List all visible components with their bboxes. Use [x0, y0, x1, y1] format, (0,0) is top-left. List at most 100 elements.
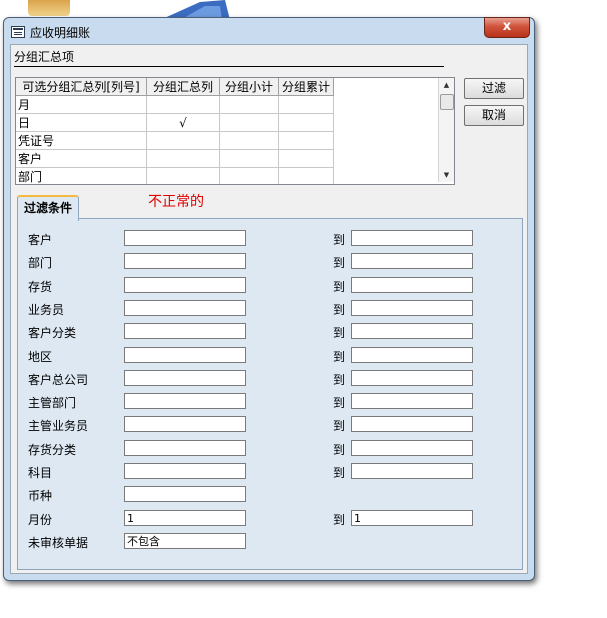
to-label: 到 [333, 303, 346, 317]
grid-cell-option[interactable] [278, 113, 334, 132]
dialog-body: 分组汇总项 可选分组汇总列[列号] 分组汇总列 分组小计 分组累计 月日 √ 凭证号 客户部… [10, 44, 528, 574]
scroll-down-icon[interactable]: ▼ [439, 168, 454, 182]
grid-row[interactable]: 客户 [16, 149, 334, 168]
grid-cell-option[interactable] [146, 167, 220, 184]
grouping-section-label: 分组汇总项 [14, 50, 75, 64]
section-divider [14, 66, 444, 67]
abnormal-annotation: 不正常的 [148, 194, 204, 210]
grid-cell-option[interactable]: √ [146, 113, 220, 132]
to-label: 到 [333, 513, 346, 527]
to-label: 到 [333, 443, 346, 457]
filter-from-input[interactable] [124, 323, 246, 339]
grid-cell-option[interactable] [278, 149, 334, 168]
to-label: 到 [333, 280, 346, 294]
filter-label: 主管部门 [28, 396, 77, 410]
filter-to-input[interactable] [351, 253, 473, 269]
filter-to-input[interactable] [351, 393, 473, 409]
grid-column-header[interactable]: 分组小计 [219, 78, 279, 96]
grid-cell-field: 凭证号 [16, 131, 147, 150]
filter-from-input[interactable]: 1 [124, 510, 246, 526]
filter-label: 科目 [28, 466, 53, 480]
scroll-up-icon[interactable]: ▲ [439, 78, 454, 92]
filter-label: 币种 [28, 489, 53, 503]
filter-label: 客户分类 [28, 326, 77, 340]
grouping-table: 可选分组汇总列[列号]分组汇总列分组小计分组累计 月日√凭证号客户部门业务员 [16, 78, 334, 184]
grid-cell-option[interactable] [219, 167, 279, 184]
to-label: 到 [333, 419, 346, 433]
filter-label: 地区 [28, 350, 53, 364]
filter-from-input[interactable] [124, 393, 246, 409]
filter-from-input[interactable] [124, 277, 246, 293]
filter-label: 业务员 [28, 303, 65, 317]
scroll-thumb[interactable] [440, 94, 454, 110]
grid-cell-field: 日 [16, 113, 147, 132]
to-label: 到 [333, 256, 346, 270]
desktop-icon-fragment [28, 0, 70, 16]
window-icon [11, 26, 25, 38]
to-label: 到 [333, 326, 346, 340]
ledger-dialog: 应收明细账 x 分组汇总项 可选分组汇总列[列号] 分组汇总列 分组小计 分组累计 月… [3, 17, 535, 581]
filter-from-input[interactable] [124, 486, 246, 502]
grid-cell-option[interactable] [146, 149, 220, 168]
filter-to-input[interactable] [351, 416, 473, 432]
grid-cell-option[interactable] [278, 131, 334, 150]
filter-from-input[interactable] [124, 253, 246, 269]
filter-from-input[interactable] [124, 300, 246, 316]
filter-from-input[interactable] [124, 416, 246, 432]
filter-to-input[interactable]: 1 [351, 510, 473, 526]
filter-label: 部门 [28, 256, 53, 270]
grid-row[interactable]: 部门 [16, 167, 334, 184]
filter-label: 主管业务员 [28, 419, 89, 433]
filter-to-input[interactable] [351, 277, 473, 293]
filter-from-input[interactable] [124, 347, 246, 363]
filter-to-input[interactable] [351, 440, 473, 456]
to-label: 到 [333, 373, 346, 387]
grid-cell-option[interactable] [278, 167, 334, 184]
grid-row[interactable]: 凭证号 [16, 131, 334, 150]
filter-to-input[interactable] [351, 300, 473, 316]
grid-scrollbar[interactable]: ▲ ▼ [438, 78, 454, 182]
filter-label: 月份 [28, 513, 53, 527]
filter-to-input[interactable] [351, 463, 473, 479]
filter-panel: 客户到部门到存货到业务员到客户分类到地区到客户总公司到主管部门到主管业务员到存货… [17, 218, 523, 570]
filter-from-input[interactable]: 不包含 [124, 533, 246, 549]
grid-cell-field: 部门 [16, 167, 147, 184]
grid-cell-option[interactable] [146, 95, 220, 114]
filter-to-input[interactable] [351, 347, 473, 363]
grid-cell-option[interactable] [219, 131, 279, 150]
filter-to-input[interactable] [351, 323, 473, 339]
filter-from-input[interactable] [124, 370, 246, 386]
filter-label: 存货 [28, 280, 53, 294]
grid-cell-option[interactable] [219, 149, 279, 168]
grid-cell-field: 客户 [16, 149, 147, 168]
grid-cell-option[interactable] [219, 95, 279, 114]
cancel-button[interactable]: 取消 [464, 105, 524, 126]
to-label: 到 [333, 350, 346, 364]
grid-row[interactable]: 月 [16, 95, 334, 114]
filter-label: 未审核单据 [28, 536, 89, 550]
window-title: 应收明细账 [30, 26, 91, 40]
filter-label: 客户总公司 [28, 373, 89, 387]
filter-from-input[interactable] [124, 230, 246, 246]
grid-row[interactable]: 日 √ [16, 113, 334, 132]
grid-cell-field: 月 [16, 95, 147, 114]
to-label: 到 [333, 466, 346, 480]
grouping-grid[interactable]: 可选分组汇总列[列号]分组汇总列分组小计分组累计 月日√凭证号客户部门业务员 ▲… [15, 77, 455, 185]
to-label: 到 [333, 396, 346, 410]
grid-column-header[interactable]: 可选分组汇总列[列号] [16, 78, 147, 96]
filter-label: 客户 [28, 233, 53, 247]
filter-from-input[interactable] [124, 463, 246, 479]
grid-column-header[interactable]: 分组累计 [278, 78, 334, 96]
grid-column-header[interactable]: 分组汇总列 [146, 78, 220, 96]
title-bar[interactable]: 应收明细账 x [4, 17, 534, 44]
filter-to-input[interactable] [351, 370, 473, 386]
filter-button[interactable]: 过滤 [464, 78, 524, 99]
close-button[interactable]: x [484, 17, 530, 38]
tab-filter-conditions[interactable]: 过滤条件 [17, 195, 79, 221]
grid-cell-option[interactable] [278, 95, 334, 114]
grid-cell-option[interactable] [219, 113, 279, 132]
filter-label: 存货分类 [28, 443, 77, 457]
filter-from-input[interactable] [124, 440, 246, 456]
grid-cell-option[interactable] [146, 131, 220, 150]
filter-to-input[interactable] [351, 230, 473, 246]
